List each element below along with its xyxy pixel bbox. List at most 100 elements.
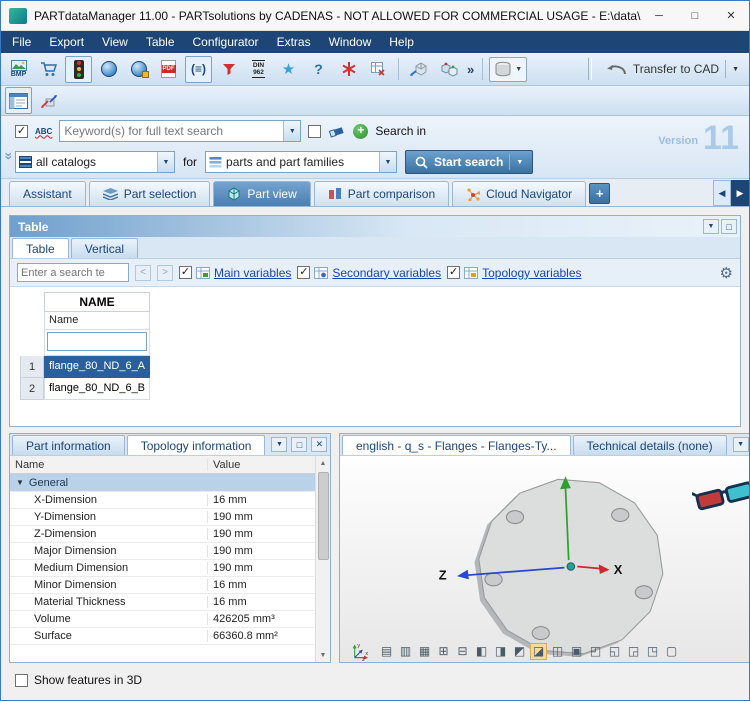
toolbar-overflow-chevron[interactable]: »: [465, 62, 476, 77]
part-name-cell[interactable]: flange_80_ND_6_B: [44, 378, 150, 400]
web-export-button[interactable]: [125, 56, 152, 83]
help-button[interactable]: ?: [305, 56, 332, 83]
bmp-export-button[interactable]: BMP: [5, 56, 32, 83]
scope-select[interactable]: parts and part families ▼: [205, 151, 397, 173]
start-search-dropdown[interactable]: ▼: [509, 154, 523, 170]
wireframe-view-icon[interactable]: ▦: [416, 643, 433, 660]
menu-item-view[interactable]: View: [93, 32, 137, 52]
top-view-icon[interactable]: ◲: [625, 643, 642, 660]
secondary-variables-link[interactable]: Secondary variables: [332, 266, 441, 280]
topology-variables-checkbox[interactable]: ✓: [447, 266, 460, 279]
menu-item-file[interactable]: File: [3, 32, 40, 52]
view-panel-dropdown-button[interactable]: ▼: [733, 437, 749, 452]
topology-variables-link[interactable]: Topology variables: [482, 266, 581, 280]
zoom-out-icon[interactable]: ⊟: [454, 643, 471, 660]
bottom-view-icon[interactable]: ◳: [644, 643, 661, 660]
transfer-dropdown-button[interactable]: ▼: [725, 60, 739, 78]
search-prev-button[interactable]: <: [135, 265, 151, 281]
main-variables-link[interactable]: Main variables: [214, 266, 291, 280]
3d-scene[interactable]: X Z: [340, 456, 750, 662]
fulltext-checkbox[interactable]: ✓: [15, 125, 28, 138]
3d-viewport[interactable]: X Z y: [340, 456, 750, 662]
info-scrollbar[interactable]: ▲ ▼: [315, 456, 330, 662]
maximize-button[interactable]: □: [677, 1, 713, 30]
layers-view-icon[interactable]: ▤: [378, 643, 395, 660]
eraser-icon[interactable]: [328, 125, 346, 138]
assembly-button[interactable]: [435, 56, 462, 83]
status-traffic-light-button[interactable]: [65, 56, 92, 83]
menu-item-help[interactable]: Help: [380, 32, 423, 52]
din-standards-button[interactable]: DIN962: [245, 56, 272, 83]
column-header-name[interactable]: Name: [10, 459, 208, 471]
tab-scroll-right-button[interactable]: ▶: [731, 180, 749, 206]
info-panel-dropdown-button[interactable]: ▼: [271, 437, 287, 452]
column-header-name[interactable]: NAME: [44, 292, 150, 312]
delete-table-button[interactable]: [365, 56, 392, 83]
tab-assistant[interactable]: Assistant: [9, 181, 86, 206]
pdf-export-button[interactable]: PDF: [155, 56, 182, 83]
scroll-thumb[interactable]: [318, 472, 329, 560]
toolbar-grip[interactable]: [588, 58, 592, 80]
scroll-down-button[interactable]: ▼: [316, 648, 331, 662]
filter-expressions-button[interactable]: (≡): [185, 56, 212, 83]
spellcheck-abc-icon[interactable]: ABC: [35, 127, 52, 136]
tab-table-view[interactable]: Table: [12, 238, 69, 258]
cadenas-home-button[interactable]: [335, 56, 362, 83]
order-cart-button[interactable]: [35, 56, 62, 83]
menu-item-export[interactable]: Export: [40, 32, 93, 52]
rotate-view-icon[interactable]: ◨: [492, 643, 509, 660]
tab-part-information[interactable]: Part information: [12, 435, 125, 455]
tab-scroll-left-button[interactable]: ◀: [713, 180, 731, 206]
part-name-cell[interactable]: flange_80_ND_6_A: [44, 356, 150, 378]
active-view-mode-icon[interactable]: ◪: [530, 643, 547, 660]
left-view-icon[interactable]: ◰: [587, 643, 604, 660]
zoom-in-icon[interactable]: ⊞: [435, 643, 452, 660]
anaglyph-glasses-icon[interactable]: [692, 480, 750, 514]
expander-icon[interactable]: ▼: [16, 478, 24, 487]
main-variables-checkbox[interactable]: ✓: [179, 266, 192, 279]
catalog-dropdown-button[interactable]: ▼: [157, 152, 174, 172]
scope-dropdown-button[interactable]: ▼: [379, 152, 396, 172]
group-row-general[interactable]: ▼ General: [10, 474, 315, 492]
insert-to-cad-button[interactable]: [405, 56, 432, 83]
tab-topology-information[interactable]: Topology information: [127, 435, 266, 455]
iso-view-icon[interactable]: ▢: [663, 643, 680, 660]
favorites-button[interactable]: ★: [275, 56, 302, 83]
show-features-checkbox[interactable]: [15, 674, 28, 687]
tab-part-comparison[interactable]: Part comparison: [314, 181, 449, 206]
column-header-value[interactable]: Value: [208, 459, 315, 471]
minimize-button[interactable]: ─: [641, 1, 677, 30]
table-search-input[interactable]: [17, 263, 129, 282]
front-view-icon[interactable]: ◫: [549, 643, 566, 660]
table-row[interactable]: 1 flange_80_ND_6_A: [20, 356, 740, 378]
menu-item-window[interactable]: Window: [320, 32, 381, 52]
zoom-fit-icon[interactable]: ◧: [473, 643, 490, 660]
table-panel-dropdown-button[interactable]: ▼: [703, 219, 719, 234]
tab-technical-details[interactable]: Technical details (none): [573, 435, 727, 455]
pan-view-icon[interactable]: ◩: [511, 643, 528, 660]
table-panel-maximize-button[interactable]: □: [721, 219, 737, 234]
docking-panel-button[interactable]: [5, 87, 32, 114]
menu-item-table[interactable]: Table: [137, 32, 184, 52]
catalog-select[interactable]: all catalogs ▼: [15, 151, 175, 173]
back-view-icon[interactable]: ▣: [568, 643, 585, 660]
info-panel-close-button[interactable]: ✕: [311, 437, 327, 452]
tab-part-selection[interactable]: Part selection: [89, 181, 211, 206]
collapse-chevrons-icon[interactable]: «: [0, 152, 15, 160]
right-view-icon[interactable]: ◱: [606, 643, 623, 660]
secondary-variables-checkbox[interactable]: ✓: [297, 266, 310, 279]
tab-cloud-navigator[interactable]: Cloud Navigator: [452, 181, 586, 206]
search-next-button[interactable]: >: [157, 265, 173, 281]
menu-item-extras[interactable]: Extras: [268, 32, 320, 52]
scroll-up-button[interactable]: ▲: [316, 456, 331, 470]
start-search-button[interactable]: Start search ▼: [405, 150, 533, 174]
transfer-to-cad-button[interactable]: Transfer to CAD ▼: [599, 56, 745, 83]
shaded-view-icon[interactable]: ▥: [397, 643, 414, 660]
tab-part-view[interactable]: Part view: [213, 181, 310, 206]
menu-item-configurator[interactable]: Configurator: [184, 32, 268, 52]
tab-model-view[interactable]: english - q_s - Flanges - Flanges-Ty...: [342, 435, 571, 455]
add-tab-button[interactable]: +: [589, 183, 610, 204]
part-axes-tool-button[interactable]: [35, 87, 62, 114]
remove-filter-button[interactable]: [215, 56, 242, 83]
close-button[interactable]: ✕: [713, 1, 749, 30]
